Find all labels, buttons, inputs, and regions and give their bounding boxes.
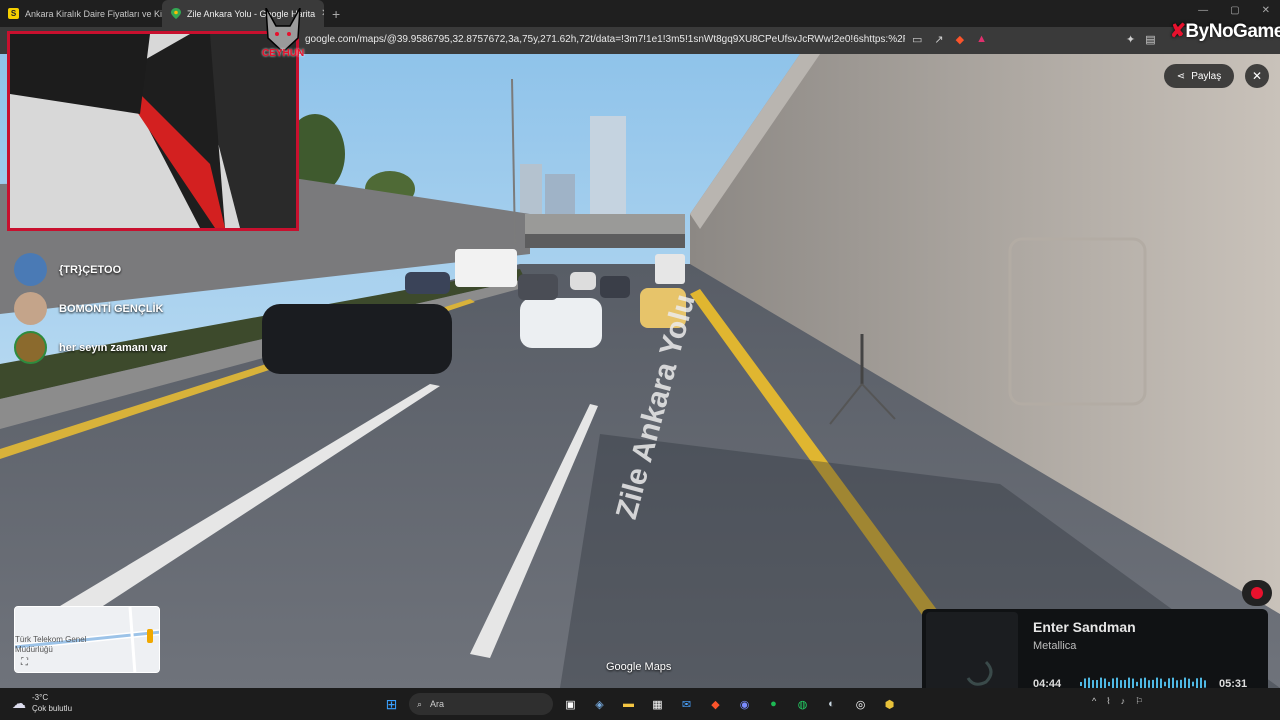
url-field[interactable]: google.com/maps/@39.9586795,32.8757672,3… — [305, 34, 905, 45]
minimap[interactable]: Türk Telekom Genel Müdürlüğü ⛶ — [14, 606, 160, 673]
bynogame-mark-icon: ✘ — [1170, 21, 1186, 42]
waveform-bar — [1092, 680, 1094, 688]
file-explorer-icon[interactable]: ▬ — [617, 693, 640, 715]
record-icon — [1251, 587, 1263, 599]
waveform-bar — [1136, 681, 1138, 687]
chat-message: {TR}ÇETOO — [14, 250, 167, 289]
waveform-bar — [1204, 680, 1206, 688]
google-maps-watermark: Google Maps — [606, 661, 672, 673]
song-title: Enter Sandman — [1033, 619, 1136, 635]
chat-message: BOMONTİ GENÇLİK — [14, 289, 167, 328]
new-tab-icon[interactable]: + — [324, 6, 348, 22]
minimize-icon[interactable]: — — [1198, 5, 1208, 16]
waveform-bar — [1096, 680, 1098, 688]
task-view-icon[interactable]: ▣ — [559, 693, 582, 715]
bynogame-logo: ✘ByNoGame — [1170, 20, 1280, 43]
window-controls: — ▢ ✕ — [1198, 5, 1270, 16]
steam-icon[interactable]: ◐ — [820, 693, 843, 715]
avatar — [14, 253, 47, 286]
network-icon[interactable]: ⌇ — [1106, 696, 1110, 707]
windows-start-icon[interactable]: ⊞ — [380, 693, 403, 715]
webcam-overlay — [7, 31, 299, 231]
now-playing-widget: Enter Sandman Metallica 04:44 05:31 — [922, 609, 1268, 697]
system-tray: ^ ⌇ ♪ ⚐ — [1092, 696, 1143, 707]
record-button[interactable] — [1242, 580, 1272, 606]
weather-temp: -3°C — [32, 693, 49, 702]
volume-icon[interactable]: ♪ — [1121, 696, 1126, 707]
ceyhun-logo: CEYHUN — [258, 7, 308, 70]
waveform-bar — [1180, 679, 1182, 689]
browser-tab-strip: S Ankara Kiralık Daire Fiyatları ve Kira… — [0, 0, 1280, 27]
search-icon: ⌕ — [417, 698, 423, 709]
taskbar-search[interactable]: ⌕ Ara — [409, 693, 553, 715]
avatar — [14, 331, 47, 364]
minimap-place-label: Türk Telekom Genel Müdürlüğü — [15, 635, 87, 654]
brave-shield-icon[interactable]: ◆ — [956, 33, 964, 46]
stream-chat: {TR}ÇETOO BOMONTİ GENÇLİK her seyın zama… — [14, 250, 167, 367]
brave-rewards-icon[interactable]: ▲ — [976, 33, 987, 46]
close-icon: ✕ — [1251, 69, 1263, 83]
sidebar-icon[interactable]: ▤ — [1145, 33, 1155, 46]
cloud-icon: ☁ — [12, 694, 26, 711]
tab-title: Ankara Kiralık Daire Fiyatları ve Kiral.… — [25, 8, 162, 19]
extension-icons: ✦ ▤ — [1126, 33, 1156, 46]
waveform-bar — [1192, 681, 1194, 687]
brand-prefix: By — [1185, 21, 1209, 42]
whatsapp-icon[interactable]: ◍ — [791, 693, 814, 715]
share-page-icon[interactable]: ↗ — [934, 33, 943, 46]
brand-name: NoGame — [1208, 21, 1280, 42]
window-close-icon[interactable]: ✕ — [1262, 5, 1270, 16]
brave-icon[interactable]: ◆ — [704, 693, 727, 715]
waveform-bar — [1120, 680, 1122, 688]
waveform-bar — [1148, 680, 1150, 688]
share-icon: ⋖ — [1176, 70, 1186, 82]
extensions-icon[interactable]: ✦ — [1126, 33, 1135, 46]
close-streetview-button[interactable]: ✕ — [1245, 64, 1269, 88]
address-bar-actions: ▭ ↗ ◆ ▲ — [912, 33, 987, 46]
app-icon[interactable]: ⬢ — [878, 693, 901, 715]
weather-desc: Çok bulutlu — [32, 704, 73, 713]
obs-icon[interactable]: ◎ — [849, 693, 872, 715]
mail-icon[interactable]: ✉ — [675, 693, 698, 715]
taskbar-apps: ⊞ ⌕ Ara ▣ ◈ ▬ ▦ ✉ ◆ ◉ ● ◍ ◐ ◎ ⬢ — [380, 693, 901, 715]
waveform-bar — [1164, 681, 1166, 687]
taskbar: ☁ -3°C Çok bulutlu ⊞ ⌕ Ara ▣ ◈ ▬ ▦ ✉ ◆ ◉… — [0, 688, 1280, 720]
weather-widget[interactable]: ☁ -3°C Çok bulutlu — [12, 692, 72, 714]
sahibinden-favicon-icon: S — [8, 8, 19, 19]
expand-map-icon[interactable]: ⛶ — [21, 657, 28, 668]
chat-message: her seyın zamanı var — [14, 328, 167, 367]
store-icon[interactable]: ▦ — [646, 693, 669, 715]
cast-icon[interactable]: ▭ — [912, 33, 922, 46]
share-button[interactable]: ⋖ Paylaş — [1164, 64, 1234, 88]
maps-pin-icon — [170, 8, 181, 19]
waveform-bar — [1124, 679, 1126, 689]
maximize-icon[interactable]: ▢ — [1230, 5, 1239, 16]
tab-ankara-kiralik[interactable]: S Ankara Kiralık Daire Fiyatları ve Kira… — [0, 0, 162, 27]
waveform-bar — [1152, 679, 1154, 689]
chat-username: {TR}ÇETOO — [59, 263, 122, 276]
waveform-bar — [1080, 682, 1082, 686]
song-artist: Metallica — [1033, 640, 1077, 652]
discord-icon[interactable]: ◉ — [733, 693, 756, 715]
share-label: Paylaş — [1191, 70, 1222, 82]
copilot-icon[interactable]: ◈ — [588, 693, 611, 715]
spotify-icon[interactable]: ● — [762, 693, 785, 715]
waveform-bar — [1176, 680, 1178, 688]
avatar — [14, 292, 47, 325]
search-placeholder: Ara — [430, 699, 445, 709]
waveform-bar — [1108, 681, 1110, 687]
tray-chevron-icon[interactable]: ^ — [1092, 696, 1096, 707]
chat-username: BOMONTİ GENÇLİK — [59, 302, 164, 315]
chat-text: her seyın zamanı var — [59, 341, 168, 354]
album-art — [926, 612, 1018, 694]
notification-icon[interactable]: ⚐ — [1135, 696, 1143, 707]
logo-text: CEYHUN — [262, 48, 305, 59]
